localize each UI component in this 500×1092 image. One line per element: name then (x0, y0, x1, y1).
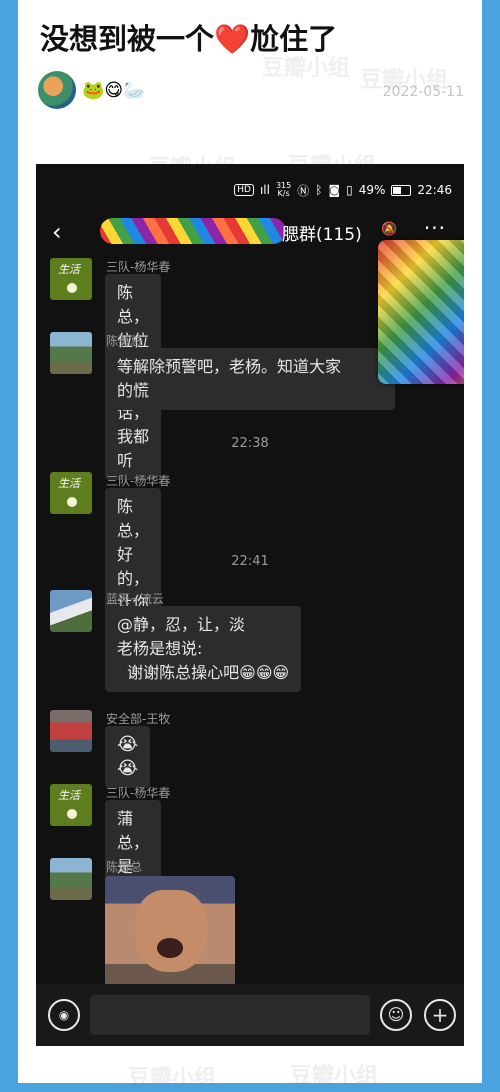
more-options-icon[interactable]: ··· (424, 216, 446, 240)
chat-screenshot: HD ıll 315 K/s Ⓝ ᛒ ◙ ▯ 49% 22:46 ‹ 腮群(11… (36, 164, 464, 1046)
author-name[interactable]: 🐸😋🦢 (82, 80, 146, 101)
sender-name: 三队-杨华春 (106, 260, 171, 274)
avatar[interactable] (50, 858, 92, 900)
avatar[interactable] (50, 710, 92, 752)
vibrate-icon: ▯ (346, 183, 353, 197)
post-card: 没想到被一个❤️尬住了 🐸😋🦢 2022-05-11 豆瓣小组 豆瓣小组 豆瓣小… (18, 0, 482, 1091)
avatar[interactable] (50, 332, 92, 374)
message-bubble[interactable]: 😭😭 (105, 726, 151, 788)
sender-name: 蓝天~流云 (106, 592, 165, 606)
signal-icon: ıll (259, 183, 270, 197)
sender-name: 三队-杨华春 (106, 474, 171, 488)
group-title[interactable]: 腮群(115) (282, 220, 362, 245)
meme-mouth (157, 938, 183, 958)
plus-icon[interactable]: + (424, 999, 456, 1031)
heart-emoji: ❤️ (214, 22, 251, 56)
watermark: 豆瓣小组 (360, 68, 449, 93)
author-avatar[interactable] (38, 71, 76, 109)
bluetooth-icon: ᛒ (315, 183, 323, 197)
watermark: 豆瓣小组 (290, 1064, 379, 1089)
avatar[interactable] (50, 590, 92, 632)
input-bar: ◉ ☺ + (36, 984, 464, 1046)
nfc-icon: Ⓝ (297, 183, 310, 198)
message-bubble[interactable]: 等解除预警吧，老杨。知道大家 的慌 (105, 348, 395, 410)
avatar[interactable]: 生活 (50, 472, 92, 514)
message-input[interactable] (90, 995, 370, 1035)
voice-icon[interactable]: ◉ (48, 999, 80, 1031)
redaction-mosaic-block (378, 240, 464, 384)
sender-name: 三队-杨华春 (106, 786, 171, 800)
clock: 22:46 (417, 183, 452, 197)
mute-icon: 🔕 (381, 222, 398, 237)
emoji-icon[interactable]: ☺ (380, 999, 412, 1031)
meme-face (135, 890, 207, 972)
back-icon[interactable]: ‹ (52, 220, 62, 244)
watermark: 豆瓣小组 (128, 1066, 217, 1091)
sender-name: 陈勇总 (106, 334, 143, 348)
post-title-text: 没想到被一个 (40, 22, 215, 56)
avatar[interactable]: 生活 (50, 258, 92, 300)
camera-icon: ◙ (328, 183, 341, 197)
battery-percent: 49% (358, 183, 386, 197)
network-speed: 315 K/s (276, 182, 291, 198)
sender-name: 陈勇总 (106, 860, 143, 874)
timestamp: 22:41 (231, 554, 269, 569)
redaction-mosaic (100, 218, 286, 244)
timestamp: 22:38 (231, 436, 269, 451)
speed-unit: K/s (277, 189, 290, 198)
hd-badge: HD (234, 184, 254, 196)
watermark: 豆瓣小组 (262, 56, 351, 81)
sender-name: 安全部-王牧 (106, 712, 171, 726)
meme-image[interactable] (105, 876, 235, 986)
status-bar: HD ıll 315 K/s Ⓝ ᛒ ◙ ▯ 49% 22:46 (234, 180, 452, 200)
message-bubble[interactable]: @静，忍，让，淡 老杨是想说: 谢谢陈总操心吧😁😁😁 (105, 606, 302, 692)
battery-icon (391, 184, 412, 196)
avatar[interactable]: 生活 (50, 784, 92, 826)
